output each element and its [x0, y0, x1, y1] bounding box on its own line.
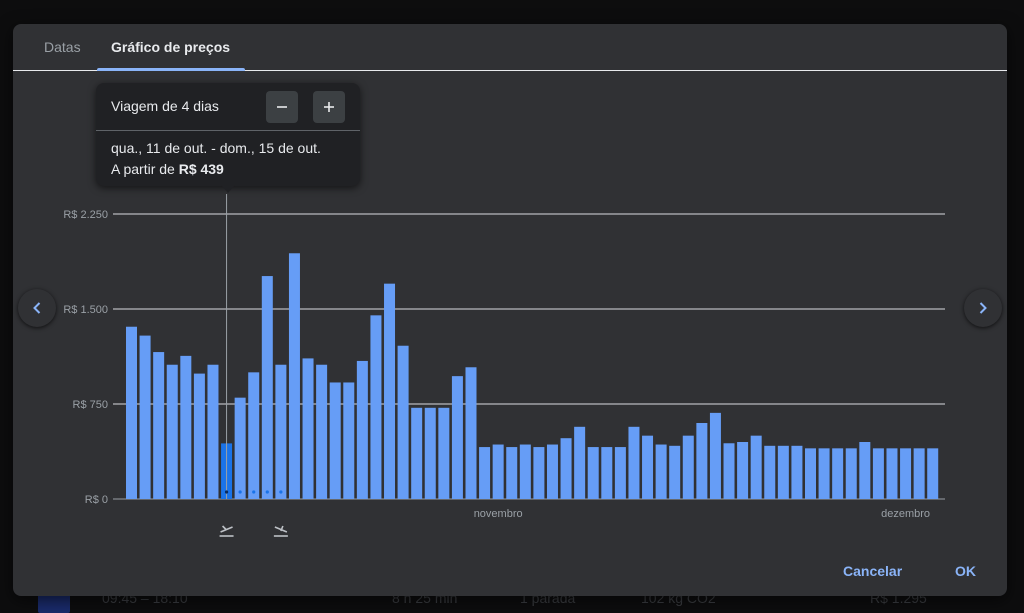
month-label: dezembro: [881, 508, 930, 520]
price-bar[interactable]: [288, 253, 300, 499]
price-bar[interactable]: [764, 445, 776, 499]
price-bar[interactable]: [411, 407, 423, 499]
price-bar[interactable]: [316, 364, 328, 499]
price-bar[interactable]: [329, 382, 341, 499]
price-bar[interactable]: [818, 448, 830, 499]
price-bar[interactable]: [248, 372, 260, 499]
price-bar[interactable]: [872, 448, 884, 499]
price-bar[interactable]: [805, 448, 816, 499]
trip-day-dot: [265, 490, 269, 494]
price-bar[interactable]: [682, 435, 694, 499]
ok-button[interactable]: OK: [955, 563, 976, 579]
price-bar[interactable]: [438, 407, 450, 499]
y-tick-label: R$ 0: [85, 494, 108, 506]
price-bar[interactable]: [275, 364, 287, 499]
minus-icon: [277, 106, 287, 108]
price-bar[interactable]: [506, 447, 518, 499]
price-bar[interactable]: [587, 447, 599, 499]
price-bar[interactable]: [451, 376, 463, 499]
trip-date-range: qua., 11 de out. - dom., 15 de out.: [111, 140, 321, 156]
price-bar[interactable]: [465, 367, 477, 499]
price-bar[interactable]: [546, 444, 558, 499]
price-prefix: A partir de: [111, 161, 179, 177]
price-bar[interactable]: [126, 326, 137, 499]
price-bar[interactable]: [927, 448, 939, 499]
trip-length-label: Viagem de 4 dias: [111, 98, 219, 114]
price-bar[interactable]: [424, 407, 436, 499]
price-bar[interactable]: [886, 448, 898, 499]
flight-takeoff-icon: [219, 525, 234, 537]
price-bar[interactable]: [397, 345, 409, 499]
price-bar[interactable]: [302, 358, 314, 499]
price-bar[interactable]: [642, 435, 654, 499]
month-label: novembro: [474, 508, 523, 520]
tooltip-pointer: [221, 185, 235, 193]
y-tick-label: R$ 1.500: [63, 304, 108, 316]
price-bar[interactable]: [384, 283, 396, 499]
price-bar[interactable]: [709, 412, 721, 499]
lowest-price: R$ 439: [178, 161, 224, 177]
y-tick-label: R$ 2.250: [63, 209, 108, 221]
price-bar[interactable]: [234, 397, 246, 499]
price-bar[interactable]: [492, 444, 504, 499]
price-bar[interactable]: [343, 382, 355, 499]
price-bar[interactable]: [533, 447, 545, 499]
price-bar[interactable]: [601, 447, 613, 499]
price-bar[interactable]: [845, 448, 857, 499]
price-bar[interactable]: [139, 335, 151, 499]
price-bar[interactable]: [723, 443, 735, 499]
tooltip-divider: [96, 130, 360, 131]
price-bar[interactable]: [614, 447, 626, 499]
price-bar[interactable]: [574, 426, 586, 499]
price-bar[interactable]: [180, 355, 192, 499]
price-bar[interactable]: [560, 438, 572, 499]
trip-day-dot: [279, 490, 283, 494]
price-tooltip: Viagem de 4 dias qua., 11 de out. - dom.…: [96, 83, 360, 193]
price-bar[interactable]: [791, 445, 803, 499]
chevron-right-icon: [979, 302, 987, 314]
price-bar[interactable]: [913, 448, 925, 499]
price-bar[interactable]: [669, 445, 681, 499]
price-bar[interactable]: [628, 426, 640, 499]
increase-trip-length-button[interactable]: [313, 91, 345, 123]
price-bar[interactable]: [832, 448, 844, 499]
price-bar[interactable]: [655, 444, 667, 499]
price-bar[interactable]: [750, 435, 762, 499]
price-bar[interactable]: [777, 445, 789, 499]
price-bar[interactable]: [261, 276, 273, 499]
trip-day-dot: [238, 490, 242, 494]
price-bar[interactable]: [153, 352, 165, 499]
chevron-left-icon: [33, 302, 41, 314]
flight-land-icon: [273, 525, 288, 537]
price-bar[interactable]: [370, 315, 382, 499]
chart-bars: [126, 253, 939, 499]
price-graph-dialog: Datas Gráfico de preços R$ 0 R$ 750 R$ 1.5…: [13, 24, 1007, 596]
cancel-button[interactable]: Cancelar: [843, 563, 902, 579]
price-bar[interactable]: [519, 444, 531, 499]
price-bar[interactable]: [859, 442, 871, 499]
decrease-trip-length-button[interactable]: [266, 91, 298, 123]
y-tick-label: R$ 750: [73, 399, 108, 411]
price-bar[interactable]: [193, 373, 205, 499]
price-bar[interactable]: [737, 442, 749, 499]
trip-day-dot: [224, 490, 229, 494]
price-bar[interactable]: [166, 364, 178, 499]
trip-day-dot: [252, 490, 256, 494]
plus-icon: [324, 102, 334, 112]
price-bar[interactable]: [479, 447, 491, 499]
next-button[interactable]: [964, 289, 1002, 327]
price-bar[interactable]: [696, 423, 708, 499]
price-line: A partir de R$ 439: [111, 161, 224, 177]
price-bar[interactable]: [356, 360, 368, 499]
previous-button[interactable]: [18, 289, 56, 327]
price-bar[interactable]: [207, 364, 219, 499]
price-bar[interactable]: [900, 448, 912, 499]
